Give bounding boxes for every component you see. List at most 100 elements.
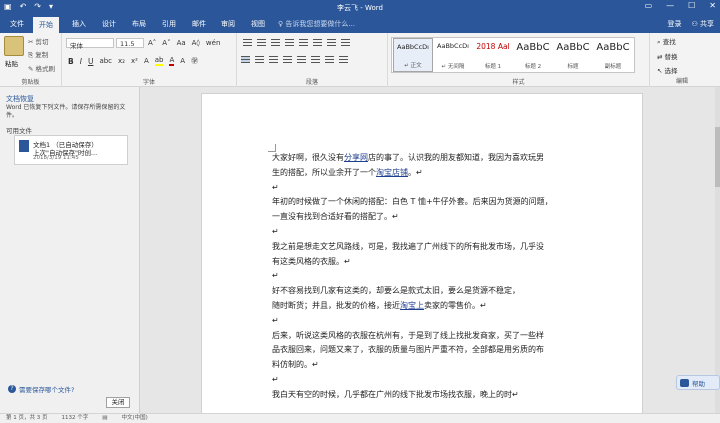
style-item[interactable]: AaBbC 标题 2 [513, 38, 553, 72]
close-button[interactable]: 关闭 [106, 397, 130, 408]
language[interactable]: 中文(中国) [121, 414, 147, 423]
multilevel-list-icon[interactable] [271, 39, 280, 46]
close-icon[interactable]: ✕ [709, 1, 716, 10]
tab-design[interactable]: 设计 [102, 19, 116, 29]
text-run: 随时断货；并且，批发的价格，接近 [272, 300, 400, 310]
font-size-select[interactable]: 11.5 [116, 38, 144, 48]
clear-format-icon[interactable]: A◊ [192, 39, 200, 47]
tab-mailings[interactable]: 邮件 [192, 19, 206, 29]
tab-references[interactable]: 引用 [162, 19, 176, 29]
help-float-button[interactable]: 帮助 [676, 375, 720, 390]
format-painter-button[interactable]: ✎ 格式刷 [28, 63, 55, 73]
hyperlink[interactable]: 分享网 [344, 153, 368, 162]
text-line: 后来，听说这类风格的衣服在杭州有，于是到了线上找批发商家，买了一些样 [272, 329, 577, 344]
minimize-icon[interactable]: — [666, 1, 674, 10]
text-run: 我白天有空的时候，几乎都在广州的线下批发市场找衣服，晚上的时↵ [272, 389, 519, 399]
style-item[interactable]: AaBbCcDı ↵ 正文 [393, 38, 433, 72]
shading-icon[interactable] [325, 56, 334, 63]
scrollbar-thumb[interactable] [715, 127, 720, 187]
highlight-icon[interactable]: ab [154, 56, 164, 66]
tab-insert[interactable]: 插入 [72, 19, 86, 29]
chinese-layout-icon[interactable] [313, 39, 322, 46]
word-count[interactable]: 1132 个字 [62, 414, 89, 423]
paste-icon[interactable] [4, 36, 24, 56]
tab-view[interactable]: 视图 [251, 19, 265, 29]
grow-font-icon[interactable]: A˄ [148, 39, 156, 47]
text-run: 我之前是想走文艺风路线，可是，我找遍了广州线下的所有批发市场，几乎没 [272, 241, 544, 251]
tab-home[interactable]: 开始 [33, 17, 59, 33]
style-sample: AaBbC [556, 42, 590, 53]
distributed-icon[interactable] [297, 56, 306, 63]
tab-review[interactable]: 审阅 [221, 19, 235, 29]
enclose-char-icon[interactable]: ㊫ [191, 56, 198, 66]
show-marks-icon[interactable] [341, 39, 350, 46]
bold-icon[interactable]: B [68, 57, 74, 66]
text-line: 一直没有找到合适好看的搭配了。↵ [272, 210, 577, 225]
document-body[interactable]: 大家好啊，很久没有分享网店的事了。认识我的朋友都知道，我因为喜欢玩男 生的搭配，所… [272, 151, 577, 403]
shrink-font-icon[interactable]: A˅ [162, 39, 170, 47]
text-run: 年初的时候做了一个休闲的搭配：白色 T 恤+牛仔外套。后来因为货源的问题， [272, 197, 553, 207]
hyperlink[interactable]: 淘宝上 [400, 301, 424, 310]
subscript-icon[interactable]: x₂ [118, 57, 125, 65]
hyperlink[interactable]: 淘宝店铺 [376, 168, 408, 177]
align-center-icon[interactable] [255, 56, 264, 63]
page-count[interactable]: 第 1 页，共 3 页 [6, 414, 48, 423]
style-item[interactable]: AaBbC 标题 [553, 38, 593, 72]
strikethrough-icon[interactable]: abc [99, 57, 112, 65]
text-run: 好不容易找到几家有这类的，却要么是款式太旧，要么是货源不稳定， [272, 286, 520, 296]
recovered-file-item[interactable]: 文档1 （已自动保存） 上次"自动保存"时创... 2018/3/19 11:4… [14, 135, 128, 165]
select-button[interactable]: ↖ 选择 [657, 65, 678, 75]
tab-file[interactable]: 文件 [10, 19, 24, 29]
underline-icon[interactable]: U [88, 57, 94, 66]
font-color-icon[interactable]: A [169, 56, 175, 66]
signin-link[interactable]: 登录 [667, 19, 681, 29]
replace-button[interactable]: ⇄ 替换 [657, 51, 678, 61]
line-spacing-icon[interactable] [311, 56, 320, 63]
bullets-icon[interactable] [243, 39, 252, 46]
align-right-icon[interactable] [269, 56, 278, 63]
text-effects-icon[interactable]: A [144, 57, 149, 65]
align-left-icon[interactable] [241, 56, 250, 63]
maximize-icon[interactable]: ☐ [688, 1, 695, 10]
text-run: 。↵ [408, 167, 423, 177]
text-line: 我之前是想走文艺风路线，可是，我找遍了广州线下的所有批发市场，几乎没 [272, 240, 577, 255]
restore-ribbon-icon[interactable]: ▭ [645, 1, 653, 10]
text-line: ↵ [272, 225, 577, 240]
clipboard-label: 剪贴板 [21, 79, 40, 86]
share-button[interactable]: ⚇ 共享 [691, 19, 714, 29]
char-shading-icon[interactable]: A [180, 57, 185, 65]
style-sample: AaBbCcDı [397, 43, 429, 51]
decrease-indent-icon[interactable] [285, 39, 294, 46]
help-link[interactable]: ? 需要保存哪个文件? [8, 384, 74, 394]
text-line: 有这类风格的衣服。↵ [272, 255, 577, 270]
tab-layout[interactable]: 布局 [132, 19, 146, 29]
tell-me-search[interactable]: ♀ 告诉我您想要做什么... [278, 19, 355, 29]
font-name-select[interactable]: 宋体 [66, 38, 114, 50]
superscript-icon[interactable]: x² [131, 57, 138, 65]
cut-button[interactable]: ✂ 剪切 [28, 36, 55, 46]
vertical-scrollbar[interactable] [715, 87, 720, 413]
justify-icon[interactable] [283, 56, 292, 63]
text-run: ↵ [272, 182, 279, 192]
style-item[interactable]: AaBbC 副标题 [593, 38, 633, 72]
find-button[interactable]: ⌕ 查找 [657, 36, 678, 47]
window-controls: ▭ — ☐ ✕ [645, 1, 716, 10]
window-title: 李云飞 - Word [337, 4, 383, 12]
change-case-icon[interactable]: Aa [177, 39, 186, 47]
copy-button[interactable]: ⎘ 复制 [28, 49, 55, 60]
proofing-icon[interactable]: ▤ [102, 414, 107, 423]
editing-group: ⌕ 查找 ⇄ 替换 ↖ 选择 [657, 36, 678, 75]
italic-icon[interactable]: I [80, 57, 82, 66]
account-area: 登录 ⚇ 共享 [667, 19, 714, 29]
style-item[interactable]: 2018 Aal 标题 1 [473, 38, 513, 72]
phonetic-icon[interactable]: wén [206, 39, 220, 47]
borders-icon[interactable] [339, 56, 348, 63]
text-line: 好不容易找到几家有这类的，却要么是款式太旧，要么是货源不稳定， [272, 284, 577, 299]
sort-icon[interactable] [327, 39, 336, 46]
increase-indent-icon[interactable] [299, 39, 308, 46]
numbering-icon[interactable] [257, 39, 266, 46]
style-item[interactable]: AaBbCcDı ↵ 无间隔 [433, 38, 473, 72]
title-bar: ▣ ↶ ↷ ▾ 李云飞 - Word ▭ — ☐ ✕ [0, 0, 720, 16]
paste-button[interactable]: 粘贴 [5, 58, 18, 68]
style-name: ↵ 无间隔 [441, 64, 465, 70]
